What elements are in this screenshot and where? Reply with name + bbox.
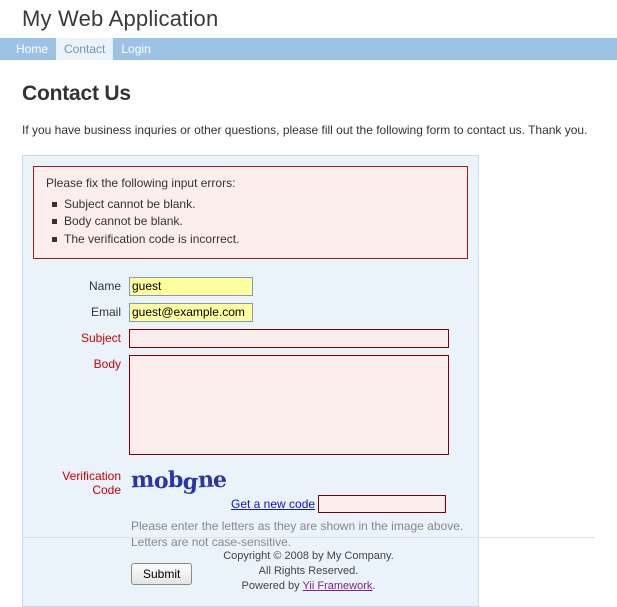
name-label: Name [88,278,121,293]
captcha-hint-line1: Please enter the letters as they are sho… [131,518,464,533]
form-row-subject: Subject [37,328,468,348]
captcha-controls: Get a new code [129,494,463,513]
verification-label-line1: Verification [62,468,121,483]
form-row-email: Email [37,302,468,322]
verification-code-input[interactable] [318,494,447,513]
captcha-image: mobgne [129,466,463,496]
error-summary: Please fix the following input errors: S… [33,165,468,259]
powered-prefix: Powered by [241,579,303,592]
verification-label-line2: Code [92,482,121,497]
intro-text: If you have business inquries or other q… [22,123,588,137]
form-row-body: Body [37,354,468,455]
main-content: Contact Us If you have business inquries… [0,60,617,607]
subject-input[interactable] [129,328,449,348]
site-footer: Copyright © 2008 by My Company. All Righ… [22,537,595,594]
get-new-code-link[interactable]: Get a new code [231,497,315,511]
app-title: My Web Application [22,6,219,31]
nav-item-login[interactable]: Login [113,38,158,60]
error-list-item: Body cannot be blank. [52,213,455,230]
powered-by-line: Powered by Yii Framework. [22,579,595,594]
main-navigation: Home Contact Login [0,38,617,60]
error-list-item: The verification code is incorrect. [52,231,455,248]
subject-label: Subject [80,330,121,345]
email-input[interactable] [129,302,253,322]
body-label: Body [93,356,121,371]
page-root: My Web Application Home Contact Login Co… [0,0,617,607]
nav-item-contact[interactable]: Contact [56,38,114,60]
form-row-name: Name [37,276,468,296]
powered-suffix: . [372,579,376,592]
site-header: My Web Application [0,0,617,38]
copyright-line: Copyright © 2008 by My Company. [223,550,394,562]
error-list-item: Subject cannot be blank. [52,196,455,213]
captcha-text: mobgne [130,466,227,496]
nav-item-home[interactable]: Home [8,38,56,60]
page-title: Contact Us [22,82,131,105]
error-list: Subject cannot be blank. Body cannot be … [46,196,455,248]
error-summary-title: Please fix the following input errors: [46,175,236,190]
rights-line: All Rights Reserved. [258,564,359,577]
email-label: Email [90,304,121,319]
name-input[interactable] [129,276,253,296]
body-textarea[interactable] [129,354,449,455]
yii-framework-link[interactable]: Yii Framework [303,580,373,592]
verification-code-label: Verification Code [37,467,129,497]
